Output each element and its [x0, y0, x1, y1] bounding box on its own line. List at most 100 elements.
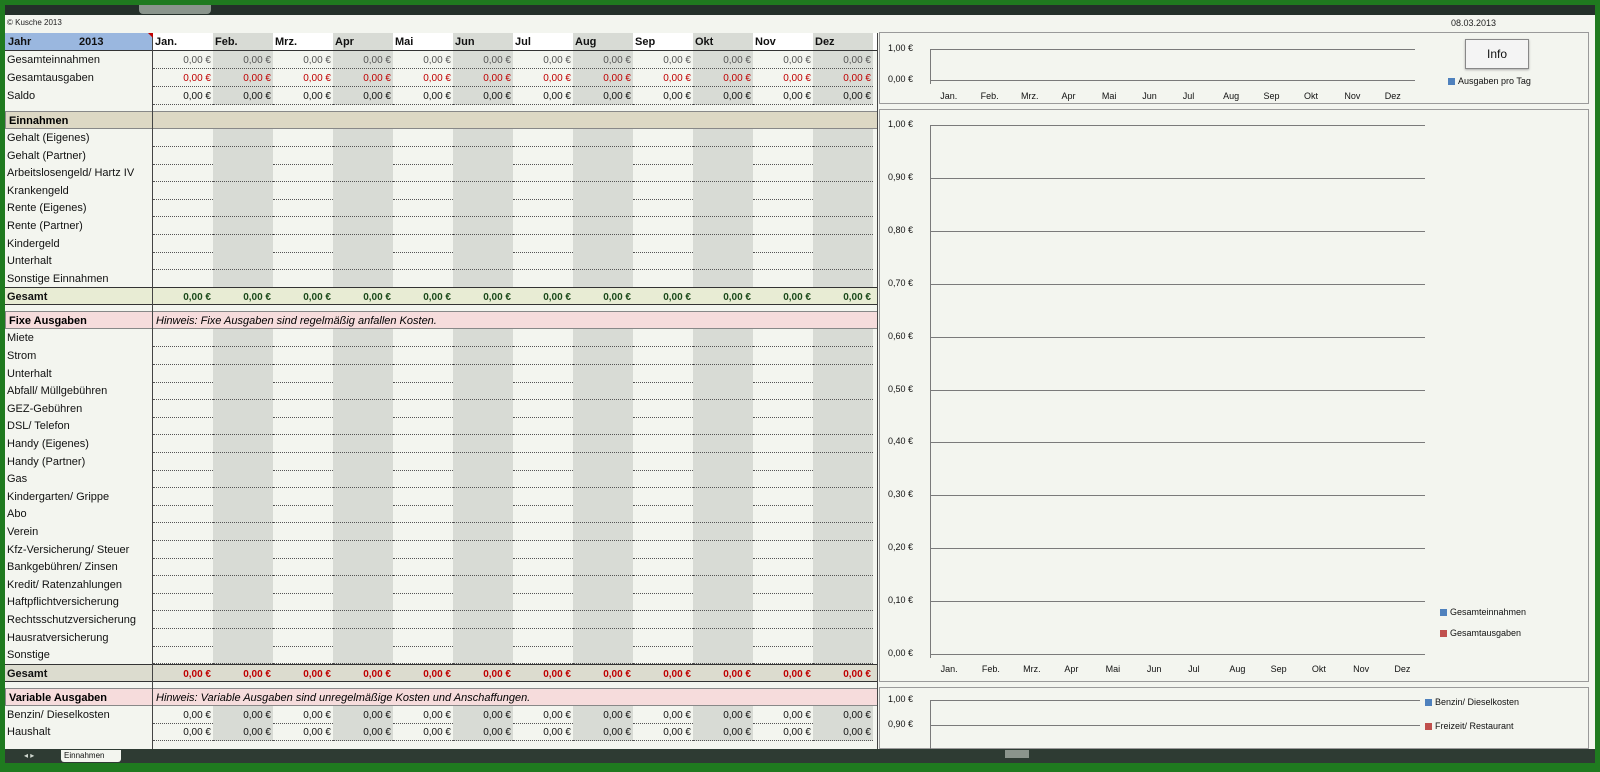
input-cell[interactable] — [453, 382, 513, 401]
input-cell[interactable] — [813, 628, 873, 647]
input-cell[interactable] — [573, 269, 633, 288]
input-cell[interactable] — [513, 629, 573, 647]
input-cell[interactable] — [813, 470, 873, 489]
input-cell[interactable] — [453, 234, 513, 253]
value-cell[interactable]: 0,00 € — [693, 69, 753, 87]
input-cell[interactable] — [693, 452, 753, 471]
input-cell[interactable] — [633, 270, 693, 288]
input-cell[interactable] — [213, 505, 273, 524]
input-cell[interactable] — [693, 487, 753, 506]
input-cell[interactable] — [573, 164, 633, 183]
month-header[interactable]: Jul — [513, 33, 573, 51]
input-cell[interactable] — [753, 541, 813, 559]
input-cell[interactable] — [693, 269, 753, 288]
input-cell[interactable] — [333, 146, 393, 165]
input-cell[interactable] — [333, 487, 393, 506]
value-cell[interactable]: 0,00 € — [333, 705, 393, 724]
input-cell[interactable] — [813, 435, 873, 453]
input-cell[interactable] — [573, 487, 633, 506]
input-cell[interactable] — [573, 575, 633, 594]
input-cell[interactable] — [513, 470, 573, 489]
input-cell[interactable] — [633, 435, 693, 453]
input-cell[interactable] — [513, 382, 573, 401]
input-cell[interactable] — [273, 470, 333, 489]
input-cell[interactable] — [393, 347, 453, 365]
input-cell[interactable] — [633, 365, 693, 383]
input-cell[interactable] — [333, 364, 393, 383]
value-cell[interactable]: 0,00 € — [393, 51, 453, 69]
input-cell[interactable] — [153, 182, 213, 200]
input-cell[interactable] — [453, 487, 513, 506]
input-cell[interactable] — [633, 453, 693, 471]
value-cell[interactable]: 0,00 € — [333, 69, 393, 87]
value-cell[interactable]: 0,00 € — [333, 87, 393, 105]
input-cell[interactable] — [573, 129, 633, 147]
input-cell[interactable] — [393, 523, 453, 541]
input-cell[interactable] — [153, 629, 213, 647]
input-cell[interactable] — [273, 541, 333, 559]
value-cell[interactable]: 0,00 € — [573, 69, 633, 87]
input-cell[interactable] — [153, 365, 213, 383]
tab-einnahmen[interactable]: Einnahmen — [61, 750, 121, 762]
input-cell[interactable] — [513, 164, 573, 183]
value-cell[interactable]: 0,00 € — [633, 51, 693, 69]
value-cell[interactable]: 0,00 € — [573, 723, 633, 742]
chart-einnahmen-ausgaben[interactable]: 1,00 € 0,90 € 0,80 € 0,70 € 0,60 € 0,50 € 0,40… — [879, 109, 1589, 682]
value-cell[interactable]: 0,00 € — [813, 69, 873, 87]
input-cell[interactable] — [273, 629, 333, 647]
input-cell[interactable] — [393, 453, 453, 471]
input-cell[interactable] — [633, 252, 693, 271]
input-cell[interactable] — [693, 593, 753, 612]
input-cell[interactable] — [753, 182, 813, 200]
input-cell[interactable] — [213, 435, 273, 453]
input-cell[interactable] — [333, 129, 393, 147]
input-cell[interactable] — [753, 435, 813, 453]
input-cell[interactable] — [633, 541, 693, 559]
month-header[interactable]: Mai — [393, 33, 453, 51]
input-cell[interactable] — [573, 181, 633, 200]
input-cell[interactable] — [753, 470, 813, 489]
month-header[interactable]: Jun — [453, 33, 513, 51]
input-cell[interactable] — [573, 382, 633, 401]
input-cell[interactable] — [213, 417, 273, 436]
value-cell[interactable]: 0,00 € — [513, 706, 573, 724]
chart-variable-ausgaben[interactable]: 1,00 € 0,90 € Benzin/ Dieselkosten Freizeit… — [879, 687, 1589, 750]
value-cell[interactable]: 0,00 € — [393, 706, 453, 724]
input-cell[interactable] — [333, 435, 393, 453]
input-cell[interactable] — [633, 505, 693, 524]
input-cell[interactable] — [333, 417, 393, 436]
input-cell[interactable] — [453, 129, 513, 147]
info-button[interactable]: Info — [1465, 39, 1529, 69]
input-cell[interactable] — [573, 505, 633, 524]
input-cell[interactable] — [453, 646, 513, 665]
input-cell[interactable] — [633, 400, 693, 418]
input-cell[interactable] — [813, 575, 873, 594]
input-cell[interactable] — [633, 235, 693, 253]
value-cell[interactable]: 0,00 € — [453, 723, 513, 742]
input-cell[interactable] — [513, 523, 573, 541]
input-cell[interactable] — [453, 435, 513, 453]
input-cell[interactable] — [213, 540, 273, 559]
value-cell[interactable]: 0,00 € — [693, 51, 753, 69]
value-cell[interactable]: 0,00 € — [573, 51, 633, 69]
input-cell[interactable] — [633, 164, 693, 183]
value-cell[interactable]: 0,00 € — [633, 87, 693, 105]
input-cell[interactable] — [753, 147, 813, 165]
value-cell[interactable]: 0,00 € — [693, 705, 753, 724]
input-cell[interactable] — [393, 488, 453, 506]
input-cell[interactable] — [273, 329, 333, 348]
input-cell[interactable] — [393, 382, 453, 401]
input-cell[interactable] — [393, 593, 453, 612]
input-cell[interactable] — [393, 199, 453, 218]
input-cell[interactable] — [153, 453, 213, 471]
value-cell[interactable]: 0,00 € — [453, 87, 513, 105]
input-cell[interactable] — [513, 417, 573, 436]
value-cell[interactable]: 0,00 € — [633, 69, 693, 87]
input-cell[interactable] — [693, 347, 753, 365]
input-cell[interactable] — [273, 164, 333, 183]
input-cell[interactable] — [213, 452, 273, 471]
value-cell[interactable]: 0,00 € — [153, 51, 213, 69]
input-cell[interactable] — [813, 329, 873, 348]
value-cell[interactable]: 0,00 € — [273, 723, 333, 742]
input-cell[interactable] — [573, 364, 633, 383]
